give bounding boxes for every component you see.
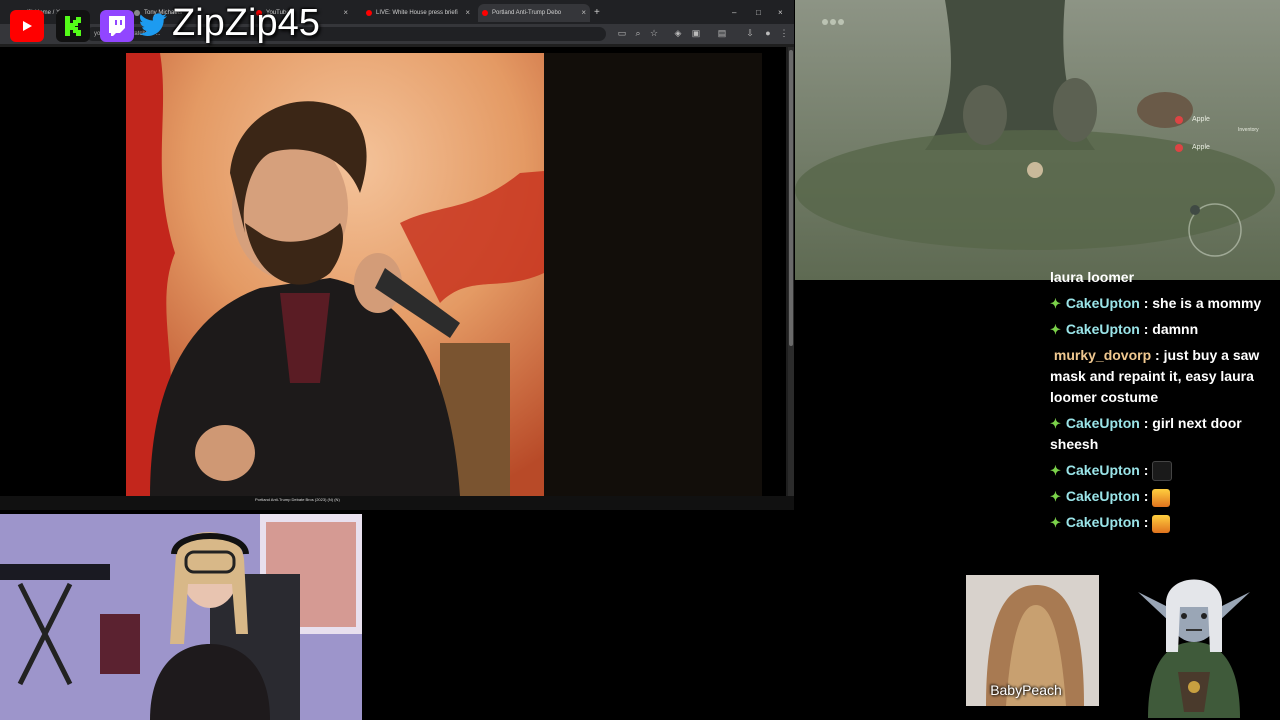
profile-icon[interactable]: ● <box>762 27 774 39</box>
bookmark-star-icon[interactable]: ☆ <box>648 27 660 39</box>
chat-overlay: laura loomer ✦ CakeUpton : she is a mommy… <box>1050 267 1272 538</box>
secondary-cam-name: BabyPeach <box>990 682 1062 698</box>
fire-emote <box>1152 488 1171 507</box>
twitch-icon <box>100 10 134 42</box>
menu-kebab-icon[interactable]: ⋮ <box>778 27 790 39</box>
new-tab-button[interactable]: + <box>592 4 606 22</box>
chat-message: ✦ CakeUpton : <box>1050 486 1272 507</box>
youtube-icon <box>10 10 44 42</box>
player-control-bar <box>0 496 794 510</box>
extension-icon[interactable]: ◈ <box>672 27 684 39</box>
close-icon[interactable]: × <box>776 4 790 22</box>
diamond-badge-icon: ✦ <box>1050 296 1061 311</box>
chat-message: ✦ CakeUpton : girl next door sheesh <box>1050 415 1242 452</box>
elf-avatar <box>1138 579 1250 718</box>
twitter-icon <box>136 10 170 42</box>
zoom-icon[interactable]: ⌕ <box>632 27 644 39</box>
hud-inventory-label: Inventory <box>1238 127 1259 133</box>
chat-partial-line: laura loomer <box>1050 269 1135 285</box>
chat-message: ✦ CakeUpton : she is a mommy <box>1050 295 1262 311</box>
chat-message: ✦ CakeUpton : damnn <box>1050 321 1199 337</box>
diamond-badge-icon: ✦ <box>1050 489 1061 505</box>
hud-item-apple-2: Apple <box>1192 144 1210 151</box>
chat-message: murky_dovorp : just buy a saw mask and r… <box>1050 347 1260 405</box>
minimize-icon[interactable]: – <box>730 4 744 22</box>
chat-message: ✦ CakeUpton : <box>1050 460 1272 482</box>
diamond-badge-icon: ✦ <box>1050 515 1061 531</box>
diamond-badge-icon: ✦ <box>1050 322 1061 337</box>
chat-message: ✦ CakeUpton : <box>1050 512 1272 533</box>
video-frame[interactable] <box>0 53 762 496</box>
hud-item-apple-1: Apple <box>1192 116 1210 123</box>
game-capture <box>795 0 1280 280</box>
you-tried-emote <box>1152 461 1173 482</box>
tab-white-house-briefing[interactable]: LIVE: White House press briefi × <box>362 4 474 22</box>
diamond-badge-icon: ✦ <box>1050 463 1061 478</box>
tab-portland-debate[interactable]: Portland Anti-Trump Debo × <box>478 4 590 22</box>
cast-icon[interactable]: ▭ <box>616 27 628 39</box>
sidepanel-icon[interactable]: ▤ <box>716 27 728 39</box>
scrollbar-thumb[interactable] <box>789 50 793 346</box>
diamond-badge-icon: ✦ <box>1050 416 1061 431</box>
maximize-icon[interactable]: □ <box>754 4 768 22</box>
streamer-handle: ZipZip45 <box>172 2 320 44</box>
puzzle-icon[interactable]: ▣ <box>690 27 702 39</box>
download-icon[interactable]: ⇩ <box>744 27 756 39</box>
video-title: Portland Anti-Trump Debate Bros (2023) (… <box>255 497 340 502</box>
fire-emote <box>1152 514 1171 533</box>
streamer-webcam <box>0 514 362 720</box>
kick-icon <box>56 10 90 42</box>
